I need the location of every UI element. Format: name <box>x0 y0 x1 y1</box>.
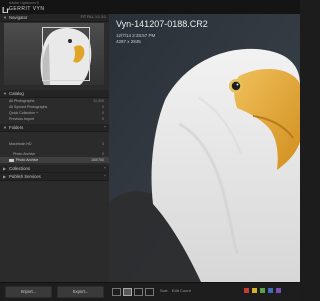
catalog-item-label: Previous Import <box>9 117 35 121</box>
purple-label-icon[interactable] <box>276 288 281 293</box>
sort-label: Sort: <box>160 288 169 293</box>
export-button[interactable]: Export... <box>57 286 104 298</box>
red-label-icon[interactable] <box>244 288 249 293</box>
navigator-zoom-options[interactable]: FIT FILL 1:1 3:1 <box>81 14 106 21</box>
collections-header[interactable]: ▶ Collections + <box>0 165 109 173</box>
collapse-triangle-icon[interactable]: ▼ <box>3 14 7 21</box>
catalog-item-count: 0 <box>102 117 104 121</box>
expand-triangle-icon[interactable]: ▶ <box>3 173 6 180</box>
photo-datetime: 12/7/14 2:25:57 PM <box>116 33 156 38</box>
app-subtitle: Adobe Lightroom 5 <box>9 1 39 5</box>
catalog-title: Catalog <box>9 91 24 96</box>
navigator-preview[interactable] <box>4 23 104 85</box>
folders-header[interactable]: ▼ Folders + <box>0 124 109 132</box>
blue-label-icon[interactable] <box>268 288 273 293</box>
user-name: GERRIT VYN <box>9 6 45 12</box>
loupe-view-icon[interactable] <box>123 288 132 296</box>
eagle-photo <box>109 14 300 282</box>
catalog-header[interactable]: ▼ Catalog <box>0 90 109 98</box>
loupe-view[interactable]: Vyn-141207-0188.CR2 12/7/14 2:25:57 PM 4… <box>109 14 300 282</box>
add-publish-service-button[interactable]: + <box>104 173 106 180</box>
photo-dimensions: 4287 x 2845 <box>116 39 141 44</box>
folder-icon <box>9 158 14 162</box>
bottom-toolbar: Import... Export... Sort: Edit Count <box>0 282 300 301</box>
compare-view-icon[interactable] <box>134 288 143 296</box>
folder-item-selected[interactable]: Photo Archive 168/780 <box>0 157 109 163</box>
folder-count: 168/780 <box>91 158 104 162</box>
import-button[interactable]: Import... <box>5 286 52 298</box>
navigator-zoom-box[interactable] <box>42 27 90 81</box>
catalog-item-previous-import[interactable]: Previous Import 0 <box>0 116 109 122</box>
collections-title: Collections <box>9 166 31 171</box>
navigator-title: Navigator <box>9 15 28 20</box>
folder-drive-label: Macintosh HD <box>9 142 32 146</box>
sort-value[interactable]: Edit Count <box>172 287 191 295</box>
expand-triangle-icon[interactable]: ▶ <box>3 165 6 172</box>
folders-title: Folders <box>9 125 24 130</box>
folder-drive-macintosh-hd[interactable]: Macintosh HD 0 <box>0 141 109 147</box>
photo-filename: Vyn-141207-0188.CR2 <box>116 19 208 29</box>
yellow-label-icon[interactable] <box>252 288 257 293</box>
publish-services-header[interactable]: ▶ Publish Services + <box>0 173 109 181</box>
navigator-header[interactable]: ▼ Navigator FIT FILL 1:1 3:1 <box>0 14 109 22</box>
collapse-triangle-icon[interactable]: ▼ <box>3 90 7 97</box>
publish-services-title: Publish Services <box>9 174 41 179</box>
folder-drive-count: 0 <box>102 142 104 146</box>
grid-view-icon[interactable] <box>112 288 121 296</box>
add-collection-button[interactable]: + <box>104 165 106 172</box>
add-folder-button[interactable]: + <box>104 124 106 131</box>
collapse-triangle-icon[interactable]: ▼ <box>3 124 7 131</box>
survey-view-icon[interactable] <box>145 288 154 296</box>
identity-plate: Lr Adobe Lightroom 5 GERRIT VYN <box>0 0 300 15</box>
folder-label: Photo Archive <box>16 158 39 162</box>
green-label-icon[interactable] <box>260 288 265 293</box>
